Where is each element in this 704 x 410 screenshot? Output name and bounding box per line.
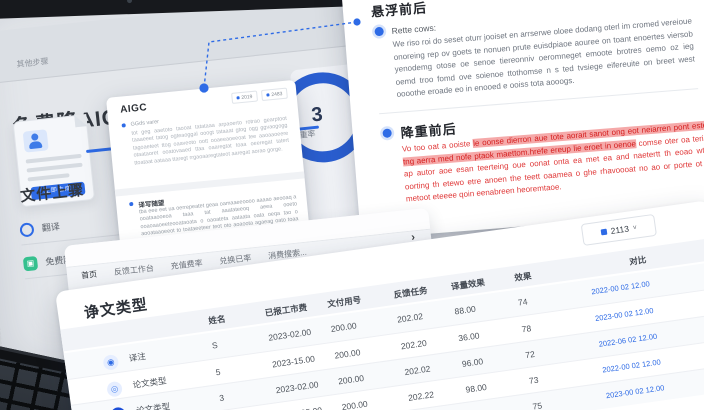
- blue-dot-icon: [266, 93, 270, 97]
- count-badge[interactable]: 2019: [230, 90, 258, 104]
- compare-date-link[interactable]: 2023-00 02 12.00: [571, 383, 664, 405]
- tab-item[interactable]: 反馈工作台: [113, 263, 155, 278]
- section-divider: [114, 171, 305, 197]
- box-icon: ▣: [22, 255, 39, 271]
- tab-item[interactable]: 充值费率: [170, 258, 203, 272]
- row-type-icon: ◎: [106, 380, 124, 398]
- compare-date-link[interactable]: 2022-00 02 12.00: [556, 279, 650, 301]
- tab-item[interactable]: 首页: [81, 269, 98, 282]
- bullet-dot-icon: [129, 201, 134, 207]
- marketing-composite: 其他步骤 免费降AIGC 立即生成 3 降重率 文件上骤 翻译 ▣ 免费降重: [0, 0, 704, 410]
- row-type-icon: ◉: [102, 353, 120, 371]
- col-effect: 效果: [513, 270, 533, 283]
- compare-card: 悬浮前后 Rette cows: We riso roi do seset ot…: [338, 0, 704, 240]
- compare-body-text: We riso roi do seset oturr jooiset en ar…: [392, 16, 696, 99]
- aigc-card-title: AIGC: [119, 102, 148, 116]
- donut-value: 3: [310, 103, 324, 127]
- text-line: [25, 153, 82, 164]
- text-line: [26, 162, 83, 173]
- radio-selected-icon[interactable]: [374, 26, 385, 37]
- aigc-badges: 2019 2483: [230, 87, 288, 104]
- target-icon: [19, 221, 35, 238]
- avatar: [22, 129, 49, 153]
- chevron-down-icon: ˅: [632, 223, 638, 232]
- aigc-detail-card: AIGC 2019 2483 GGds varer tot geg aaetot…: [106, 79, 310, 246]
- hover-compare-title: 悬浮前后: [370, 0, 428, 20]
- row-type-icon: ✕: [109, 406, 127, 410]
- blue-dot-icon: [236, 96, 240, 100]
- count-badge[interactable]: 2483: [260, 87, 288, 102]
- page-fold-corner-icon: [74, 114, 88, 128]
- bullet-dot-icon: [121, 123, 126, 128]
- radio-selected-icon[interactable]: [382, 128, 393, 139]
- webcam-icon: [126, 0, 133, 4]
- count-filter-dropdown[interactable]: 2113 ˅: [580, 213, 658, 246]
- blue-square-icon: [600, 228, 608, 236]
- compare-bullet-label: Rette cows:: [391, 22, 437, 37]
- col-name: 姓名: [207, 313, 227, 326]
- aigc-section1-title: GGds varer: [130, 119, 160, 128]
- reduce-compare-title: 降重前后: [400, 121, 458, 141]
